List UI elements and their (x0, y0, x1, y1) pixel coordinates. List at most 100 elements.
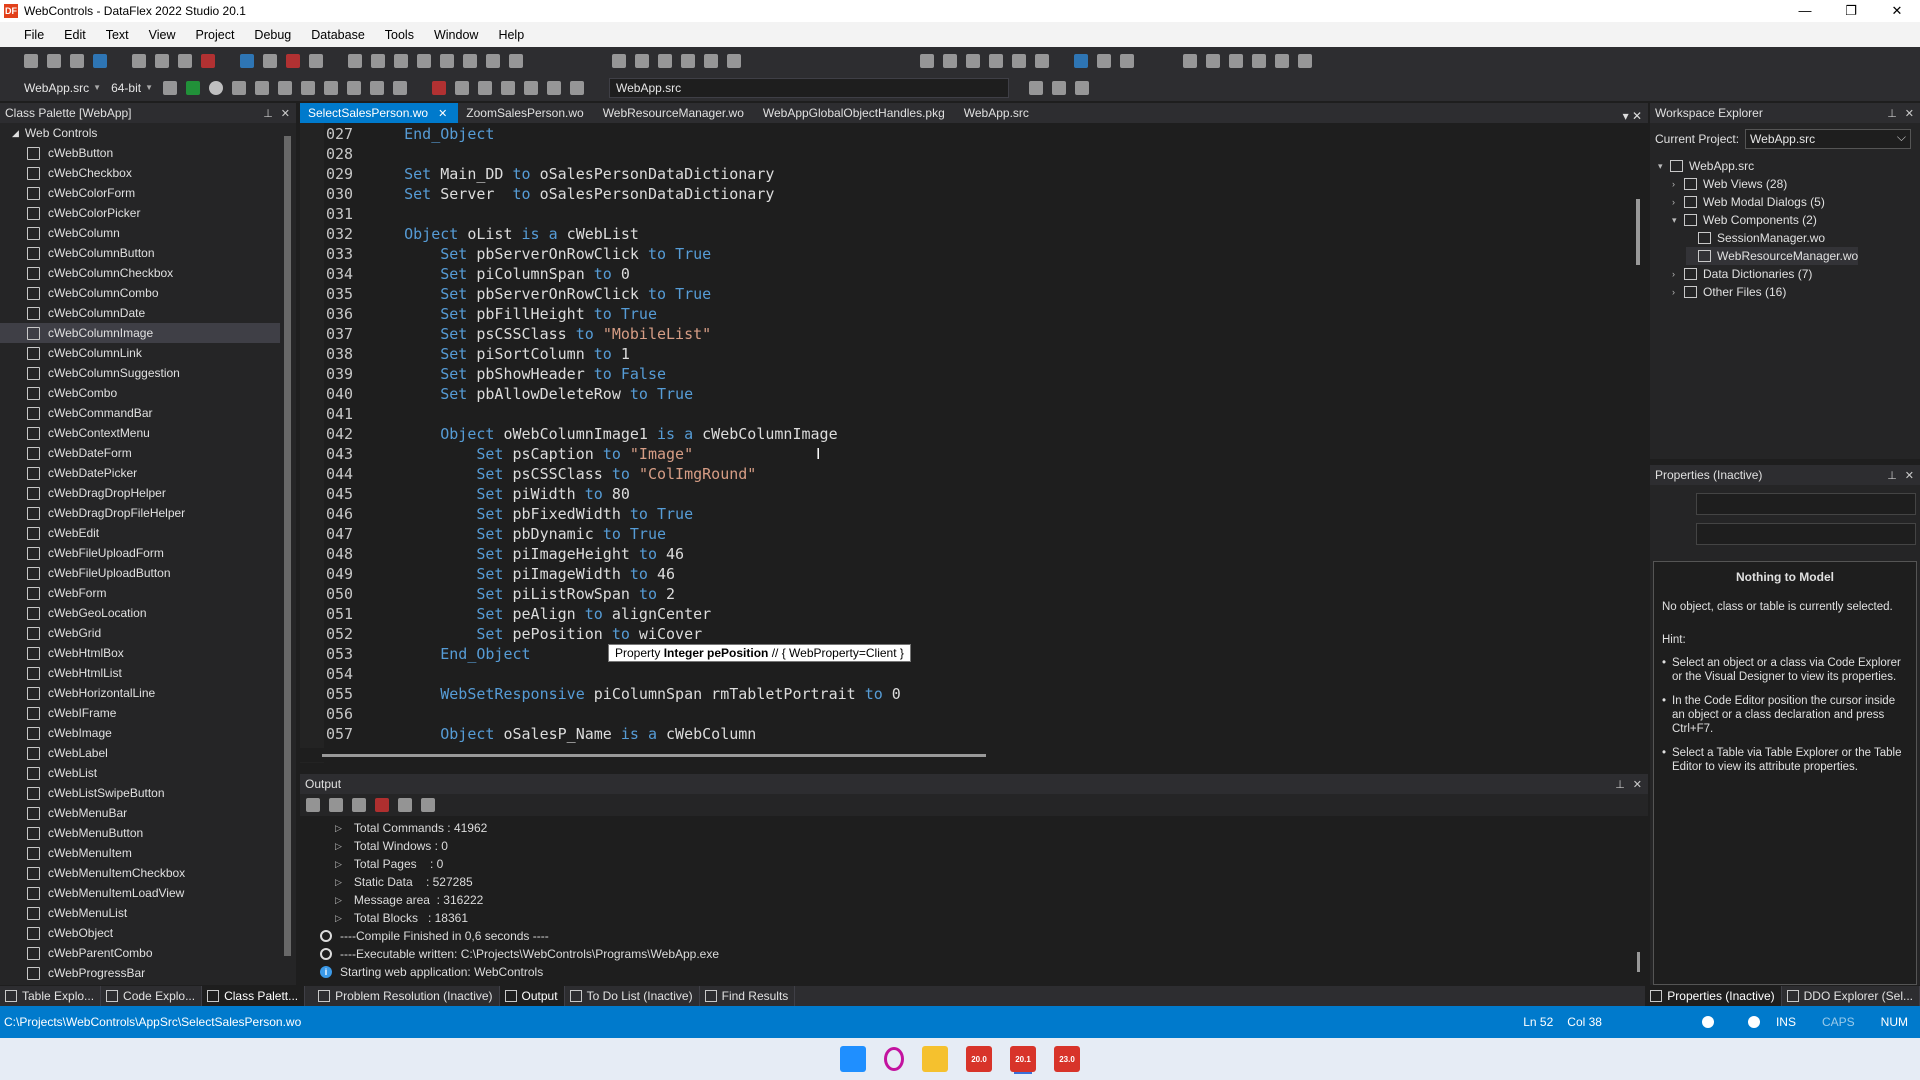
workspace-tree-node[interactable]: › Data Dictionaries (7) (1672, 265, 1812, 283)
tab-find-results[interactable]: Find Results (700, 986, 796, 1006)
code-line[interactable]: 039 Set pbShowHeader to False (326, 364, 666, 384)
workspace-tree-node[interactable]: ▾ WebApp.src (1658, 157, 1754, 175)
code-line[interactable]: 029 Set Main_DD to oSalesPersonDataDicti… (326, 164, 774, 184)
expand-icon[interactable]: ▷ (335, 873, 342, 891)
tab-webapp[interactable]: WebApp.src (956, 103, 1040, 123)
export-icon[interactable] (704, 53, 718, 68)
monitor-alt-icon[interactable] (501, 80, 516, 95)
code-line[interactable]: 046 Set pbFixedWidth to True (326, 504, 693, 524)
class-item[interactable]: cWebMenuItem (0, 843, 280, 863)
class-item[interactable]: cWebDatePicker (0, 463, 280, 483)
tab-list-icon[interactable]: ▾ (1623, 109, 1629, 123)
output-message[interactable]: ----Executable written: C:\Projects\WebC… (320, 945, 719, 963)
output-scrollbar[interactable] (1634, 822, 1644, 982)
window-icon[interactable] (371, 53, 385, 68)
cut-icon[interactable] (132, 53, 146, 68)
bookmark-prev-icon[interactable] (966, 53, 980, 68)
designer-icon[interactable] (432, 80, 447, 95)
bookmark-next-icon[interactable] (943, 53, 957, 68)
new-file-icon[interactable] (24, 53, 38, 68)
close-window-button[interactable]: ✕ (1874, 3, 1920, 19)
document-icon[interactable] (509, 53, 523, 68)
class-item[interactable]: cWebColumnCheckbox (0, 263, 280, 283)
tab-class-palette[interactable]: Class Palett... (202, 986, 306, 1006)
maximize-button[interactable]: ❐ (1828, 3, 1874, 19)
class-item[interactable]: cWebCheckbox (0, 163, 280, 183)
workspace-tree-node[interactable]: WebResourceManager.wo (1686, 247, 1859, 265)
output-stat-row[interactable]: ▷ Static Data : 527285 (335, 873, 473, 891)
class-item[interactable]: cWebProgressBar (0, 963, 280, 983)
tab-properties[interactable]: Properties (Inactive) (1645, 986, 1782, 1006)
code-line[interactable]: 054 (326, 664, 368, 684)
project-selector[interactable]: WebApp.src (24, 81, 89, 95)
code-line[interactable]: 053 End_Object (326, 644, 531, 664)
class-item[interactable]: cWebDateForm (0, 443, 280, 463)
class-item[interactable]: cWebColumnDate (0, 303, 280, 323)
class-item[interactable]: cWebCombo (0, 383, 280, 403)
pin-icon[interactable]: ⊥ (1615, 778, 1625, 791)
close-editor-icon[interactable]: ✕ (1632, 109, 1642, 123)
tree-expander-icon[interactable]: › (1672, 179, 1684, 189)
code-line[interactable]: 037 Set psCSSClass to "MobileList" (326, 324, 711, 344)
table-view-icon[interactable] (1029, 80, 1044, 95)
expand-icon[interactable]: ▷ (335, 837, 342, 855)
menu-database[interactable]: Database (311, 28, 365, 42)
save-all-icon[interactable] (93, 53, 107, 68)
find-next-icon[interactable] (1206, 53, 1220, 68)
tab-problem-resolution[interactable]: Problem Resolution (Inactive) (313, 986, 500, 1006)
file-combo[interactable]: WebApp.src (609, 77, 1010, 98)
dataflex-20-1-icon[interactable]: 20.1 (1010, 1046, 1036, 1072)
code-line[interactable]: 032 Object oList is a cWebList (326, 224, 639, 244)
database-icon[interactable] (1075, 80, 1090, 95)
class-item[interactable]: cWebButton (0, 143, 280, 163)
class-palette-scrollbar[interactable] (281, 124, 293, 984)
expand-all-icon[interactable] (398, 798, 412, 812)
menu-text[interactable]: Text (106, 28, 129, 42)
view-icon[interactable] (348, 53, 362, 68)
class-item[interactable]: cWebHorizontalLine (0, 683, 280, 703)
close-icon[interactable]: ✕ (1905, 469, 1914, 482)
class-item[interactable]: cWebListSwipeButton (0, 783, 280, 803)
menu-file[interactable]: File (24, 28, 44, 42)
compile-project-icon[interactable] (163, 80, 178, 95)
class-item[interactable]: cWebColumnSuggestion (0, 363, 280, 383)
code-editor[interactable]: 027 End_Object 028 029 Set Main_DD to oSal… (300, 123, 1648, 763)
code-line[interactable]: 033 Set pbServerOnRowClick to True (326, 244, 711, 264)
code-line[interactable]: 041 (326, 404, 368, 424)
table-icon[interactable] (658, 53, 672, 68)
play-icon[interactable] (232, 80, 247, 95)
class-item[interactable]: cWebFileUploadForm (0, 543, 280, 563)
class-item[interactable]: cWebMenuItemLoadView (0, 883, 280, 903)
paste-icon[interactable] (178, 53, 192, 68)
close-icon[interactable]: ✕ (281, 107, 290, 120)
panel-icon[interactable] (394, 53, 408, 68)
step-out-icon[interactable] (301, 80, 316, 95)
class-item[interactable]: cWebObject (0, 923, 280, 943)
class-item[interactable]: cWebDragDropFileHelper (0, 503, 280, 523)
page-icon[interactable] (681, 53, 695, 68)
find-prev-icon[interactable] (1229, 53, 1243, 68)
globe-icon[interactable] (463, 53, 477, 68)
close-icon[interactable]: ✕ (1905, 107, 1914, 120)
breakpoint-icon[interactable] (347, 80, 362, 95)
undo-icon[interactable] (240, 53, 254, 68)
settings-icon[interactable] (1097, 53, 1111, 68)
code-line[interactable]: 028 (326, 144, 368, 164)
tree-expander-icon[interactable]: › (1672, 269, 1684, 279)
expand-icon[interactable]: ◢ (12, 128, 19, 139)
close-icon[interactable]: ✕ (1633, 778, 1642, 791)
step-over-icon[interactable] (278, 80, 293, 95)
workspace-tree-node[interactable]: › Web Views (28) (1672, 175, 1787, 193)
replace-icon[interactable] (1252, 53, 1266, 68)
table-edit-icon[interactable] (1052, 80, 1067, 95)
menu-view[interactable]: View (149, 28, 176, 42)
align-icon[interactable] (455, 80, 470, 95)
watch-icon[interactable] (370, 80, 385, 95)
tab-code-explorer[interactable]: Code Explo... (101, 986, 203, 1006)
code-line[interactable]: 048 Set piImageHeight to 46 (326, 544, 684, 564)
workspace-tree-node[interactable]: › Other Files (16) (1672, 283, 1786, 301)
prev-message-icon[interactable] (306, 798, 320, 812)
code-line[interactable]: 055 WebSetResponsive piColumnSpan rmTabl… (326, 684, 901, 704)
object-selector[interactable] (1696, 493, 1916, 515)
record-icon[interactable] (393, 80, 408, 95)
